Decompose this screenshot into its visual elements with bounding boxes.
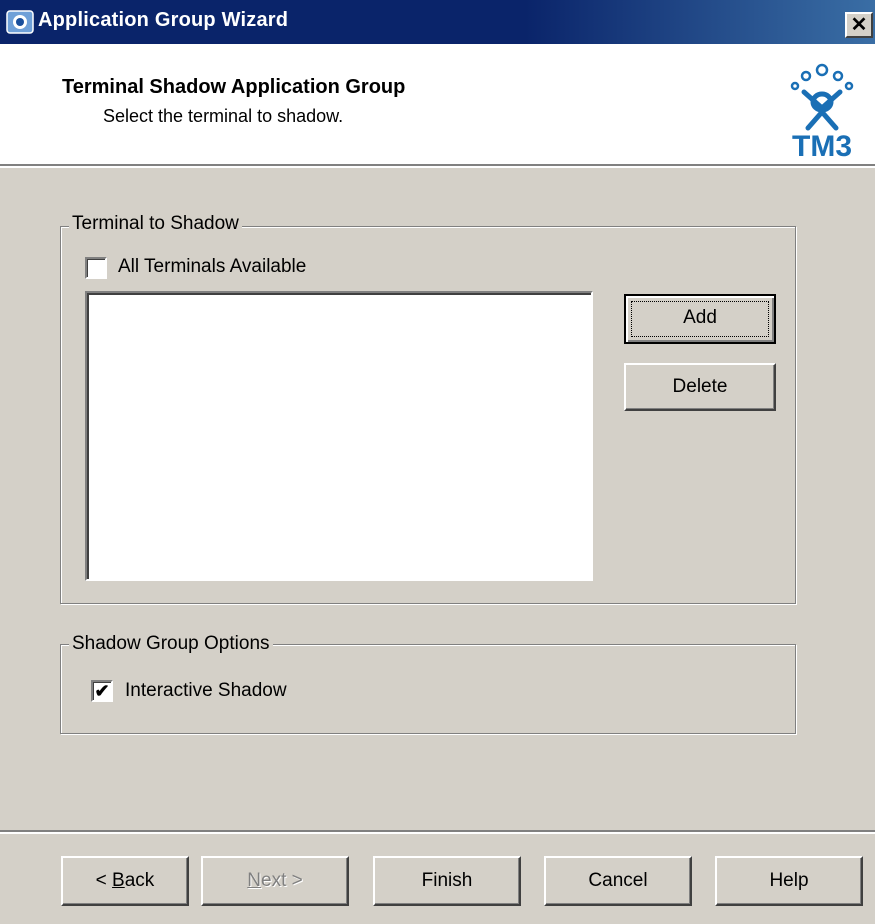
all-terminals-label[interactable]: All Terminals Available [118, 256, 306, 278]
finish-button-label: Finish [421, 870, 473, 891]
delete-button[interactable]: Delete [624, 363, 776, 411]
back-mnemonic: B [112, 870, 125, 891]
back-button-label: < Back [96, 870, 155, 891]
next-rest: ext [261, 870, 287, 891]
delete-button-label: Delete [672, 376, 728, 397]
footer-divider-highlight [0, 832, 875, 834]
wizard-header [0, 44, 875, 164]
app-icon [6, 10, 34, 34]
page-title: Terminal Shadow Application Group [62, 76, 406, 98]
all-terminals-checkbox[interactable] [85, 257, 107, 279]
finish-button[interactable]: Finish [373, 856, 521, 906]
page-subtitle: Select the terminal to shadow. [103, 106, 344, 126]
back-rest: ack [124, 870, 155, 891]
window-title: Application Group Wizard [38, 9, 289, 31]
next-button-label: Next > [247, 870, 302, 891]
title-bar: Application Group Wizard ✕ [0, 0, 875, 44]
help-button-label: Help [769, 870, 809, 891]
back-button[interactable]: < Back [61, 856, 189, 906]
tm3-logo-text: TM3 [792, 130, 852, 160]
next-mnemonic: N [247, 870, 261, 891]
interactive-shadow-checkbox[interactable]: ✔ [91, 680, 113, 702]
interactive-shadow-label[interactable]: Interactive Shadow [125, 680, 287, 702]
back-prefix: < [95, 870, 113, 891]
next-suffix: > [286, 870, 303, 891]
cancel-button[interactable]: Cancel [544, 856, 692, 906]
terminal-list[interactable] [85, 291, 593, 581]
cancel-button-label: Cancel [588, 870, 648, 891]
close-icon: ✕ [850, 14, 868, 36]
tm3-logo-icon: TM3 [790, 63, 854, 160]
add-button[interactable]: Add [624, 294, 776, 344]
options-group-legend: Shadow Group Options [69, 633, 273, 655]
add-button-label: Add [683, 307, 717, 328]
close-button[interactable]: ✕ [845, 12, 873, 38]
interactive-shadow-check-mark: ✔ [94, 681, 110, 701]
help-button[interactable]: Help [715, 856, 863, 906]
terminal-group-legend: Terminal to Shadow [69, 213, 242, 235]
header-divider-highlight [0, 166, 875, 168]
next-button[interactable]: Next > [201, 856, 349, 906]
